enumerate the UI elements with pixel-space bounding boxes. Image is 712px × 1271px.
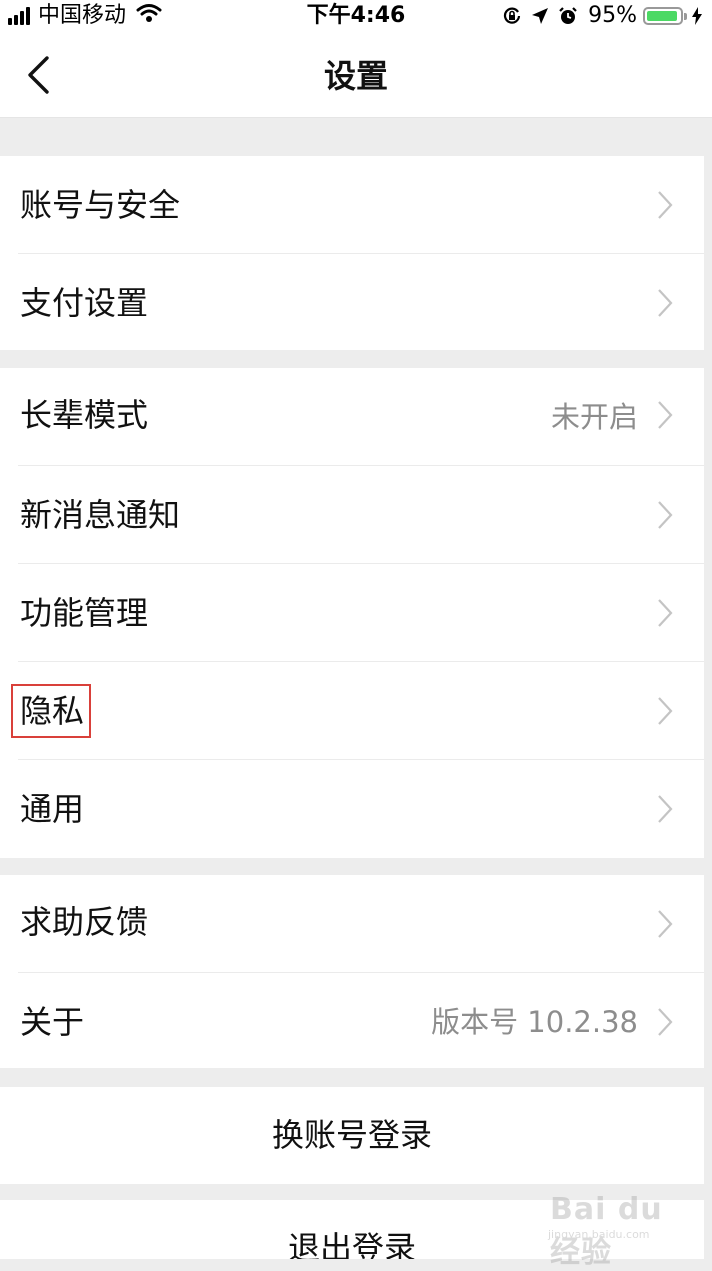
settings-row-label: 功能管理 xyxy=(20,594,149,632)
alarm-icon xyxy=(558,6,578,26)
battery-fill xyxy=(647,11,678,21)
location-icon xyxy=(530,6,550,26)
chevron-right-icon xyxy=(658,910,673,938)
chevron-right-icon xyxy=(658,795,673,823)
nav-bar: 设置 xyxy=(0,34,712,118)
settings-row-general[interactable]: 通用 xyxy=(0,760,704,858)
status-bar: 中国移动 下午4:46 95% xyxy=(0,0,712,34)
settings-row-features[interactable]: 功能管理 xyxy=(0,564,704,662)
settings-row-about[interactable]: 关于 版本号 10.2.38 xyxy=(0,973,704,1068)
chevron-right-icon xyxy=(658,1008,673,1036)
settings-group-general: 长辈模式 未开启 新消息通知 功能管理 隐私 通用 xyxy=(0,368,704,858)
settings-row-label: 长辈模式 xyxy=(20,396,149,434)
logout-label: 退出登录 xyxy=(287,1229,416,1259)
settings-group-help: 求助反馈 关于 版本号 10.2.38 xyxy=(0,875,704,1068)
switch-account-button[interactable]: 换账号登录 xyxy=(0,1087,704,1184)
settings-row-label: 求助反馈 xyxy=(20,903,149,941)
settings-row-label: 通用 xyxy=(20,790,85,828)
chevron-right-icon xyxy=(658,401,673,429)
chevron-right-icon xyxy=(658,289,673,317)
chevron-right-icon xyxy=(658,697,673,725)
settings-row-value: 版本号 10.2.38 xyxy=(431,1005,638,1039)
switch-account-label: 换账号登录 xyxy=(271,1116,432,1154)
settings-row-privacy[interactable]: 隐私 xyxy=(0,662,704,760)
status-right: 95% xyxy=(494,3,702,29)
battery-percent: 95% xyxy=(588,3,637,28)
page-title: 设置 xyxy=(323,57,388,95)
settings-row-notifications[interactable]: 新消息通知 xyxy=(0,466,704,564)
settings-row-value: 未开启 xyxy=(550,400,638,434)
chevron-right-icon xyxy=(658,191,673,219)
settings-row-payment[interactable]: 支付设置 xyxy=(0,254,704,350)
settings-row-label: 支付设置 xyxy=(20,284,149,322)
settings-row-elder-mode[interactable]: 长辈模式 未开启 xyxy=(0,368,704,466)
baidu-watermark: Bai du 经验 jingyan.baidu.com xyxy=(546,1180,696,1270)
settings-row-label: 新消息通知 xyxy=(20,496,181,534)
chevron-right-icon xyxy=(658,599,673,627)
settings-row-feedback[interactable]: 求助反馈 xyxy=(0,875,704,973)
edge-strip xyxy=(704,118,712,1259)
charging-icon xyxy=(692,7,702,25)
settings-group-account: 账号与安全 支付设置 xyxy=(0,156,704,350)
chevron-right-icon xyxy=(658,501,673,529)
settings-row-label: 账号与安全 xyxy=(20,186,181,224)
watermark-sub: jingyan.baidu.com xyxy=(548,1228,650,1241)
battery-cap xyxy=(684,12,687,20)
battery-icon xyxy=(643,7,683,25)
settings-row-account-security[interactable]: 账号与安全 xyxy=(0,156,704,254)
settings-row-label: 关于 xyxy=(20,1003,85,1041)
orientation-lock-icon xyxy=(502,6,522,26)
settings-row-label: 隐私 xyxy=(20,692,85,730)
